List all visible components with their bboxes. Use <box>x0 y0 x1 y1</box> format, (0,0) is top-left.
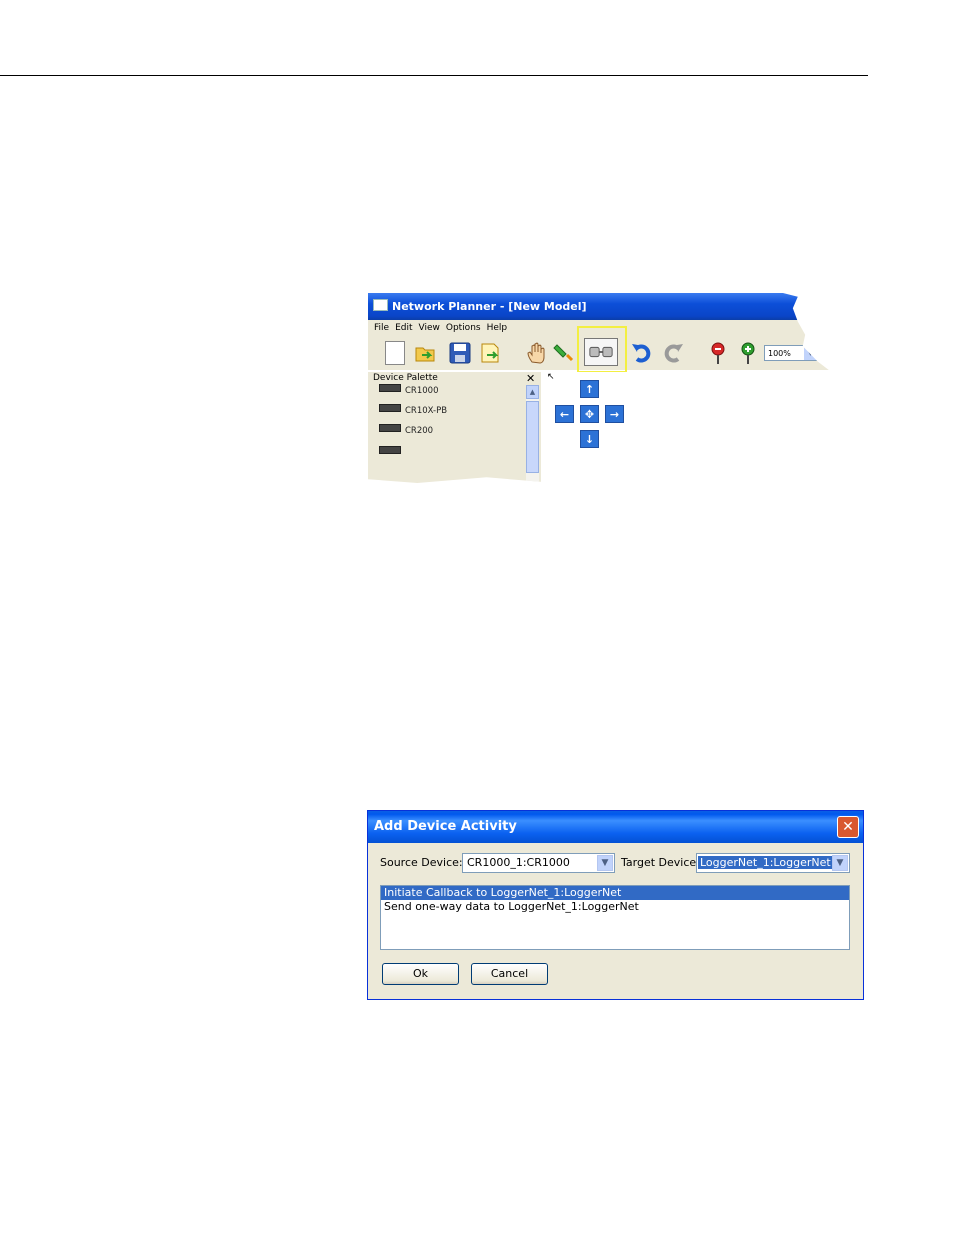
chevron-down-icon[interactable]: ▼ <box>597 855 613 871</box>
device-palette: Device Palette ✕ CR1000 CR10X-PB CR200 ▲ <box>368 372 541 483</box>
zoom-in-icon[interactable] <box>736 341 760 365</box>
activity-list[interactable]: Initiate Callback to LoggerNet_1:LoggerN… <box>380 885 850 950</box>
source-device-label: Source Device: <box>380 856 463 869</box>
page-header-rule <box>0 75 868 76</box>
scroll-thumb[interactable] <box>526 401 539 473</box>
zoom-select[interactable]: 100% ▼ <box>764 345 818 361</box>
cancel-button[interactable]: Cancel <box>471 963 548 985</box>
hand-pan-icon[interactable] <box>525 341 549 365</box>
redo-icon[interactable] <box>661 341 685 365</box>
list-item[interactable]: Initiate Callback to LoggerNet_1:LoggerN… <box>381 886 849 900</box>
pan-up-button[interactable]: ↑ <box>580 380 599 398</box>
close-icon[interactable]: ✕ <box>526 372 535 385</box>
export-icon[interactable] <box>479 341 503 365</box>
toolbar-highlight-box <box>577 326 627 373</box>
save-disk-icon[interactable] <box>448 341 472 365</box>
scroll-up-icon[interactable]: ▲ <box>526 385 539 399</box>
add-device-plug-icon[interactable] <box>553 341 577 365</box>
palette-item-partial[interactable] <box>379 446 405 458</box>
dialog-title-bar: Add Device Activity ✕ <box>368 811 863 843</box>
palette-scrollbar[interactable]: ▲ <box>526 385 539 483</box>
add-device-activity-dialog: Add Device Activity ✕ Source Device: CR1… <box>367 810 864 1000</box>
palette-title: Device Palette <box>373 373 438 383</box>
chevron-down-icon[interactable]: ▼ <box>832 855 848 871</box>
target-device-select[interactable]: LoggerNet_1:LoggerNet ▼ <box>696 853 850 873</box>
datalogger-icon <box>379 446 401 454</box>
datalogger-icon <box>379 404 401 412</box>
app-icon <box>373 299 388 311</box>
palette-item-label: CR1000 <box>405 386 439 396</box>
palette-item[interactable]: CR200 <box>379 424 433 436</box>
pan-center-button[interactable]: ✥ <box>580 405 599 423</box>
new-document-icon[interactable] <box>385 341 405 365</box>
pan-right-button[interactable]: → <box>605 405 624 423</box>
zoom-value: 100% <box>768 349 791 358</box>
undo-icon[interactable] <box>630 341 654 365</box>
dialog-title: Add Device Activity <box>374 819 517 834</box>
pan-down-button[interactable]: ↓ <box>580 430 599 448</box>
list-item[interactable]: Send one-way data to LoggerNet_1:LoggerN… <box>381 900 849 914</box>
palette-item-label: CR10X-PB <box>405 406 448 416</box>
datalogger-icon <box>379 424 401 432</box>
target-device-value: LoggerNet_1:LoggerNet <box>698 856 833 869</box>
datalogger-icon <box>379 384 401 392</box>
pointer-arrow-icon: ↖ <box>547 372 555 382</box>
source-device-value: CR1000_1:CR1000 <box>467 856 570 869</box>
network-planner-window: Network Planner - [New Model] File Edit Vi… <box>368 293 862 483</box>
open-folder-icon[interactable] <box>414 341 438 365</box>
menu-help[interactable]: Help <box>487 323 508 333</box>
menu-view[interactable]: View <box>419 323 440 333</box>
model-canvas[interactable]: ↖ ↑ ← ✥ → ↓ <box>543 372 862 483</box>
np-window-title: Network Planner - [New Model] <box>392 300 587 313</box>
menu-edit[interactable]: Edit <box>395 323 412 333</box>
source-device-select[interactable]: CR1000_1:CR1000 ▼ <box>462 853 615 873</box>
palette-item-label: CR200 <box>405 426 434 436</box>
palette-item[interactable]: CR1000 <box>379 384 438 396</box>
palette-item[interactable]: CR10X-PB <box>379 404 447 416</box>
target-device-label: Target Device: <box>621 856 700 869</box>
zoom-out-icon[interactable] <box>706 341 730 365</box>
menu-file[interactable]: File <box>374 323 389 333</box>
chevron-down-icon[interactable]: ▼ <box>804 346 817 360</box>
close-icon[interactable]: ✕ <box>837 816 859 838</box>
ok-button[interactable]: Ok <box>382 963 459 985</box>
pan-left-button[interactable]: ← <box>555 405 574 423</box>
np-title-bar: Network Planner - [New Model] <box>368 293 862 320</box>
menu-options[interactable]: Options <box>446 323 481 333</box>
